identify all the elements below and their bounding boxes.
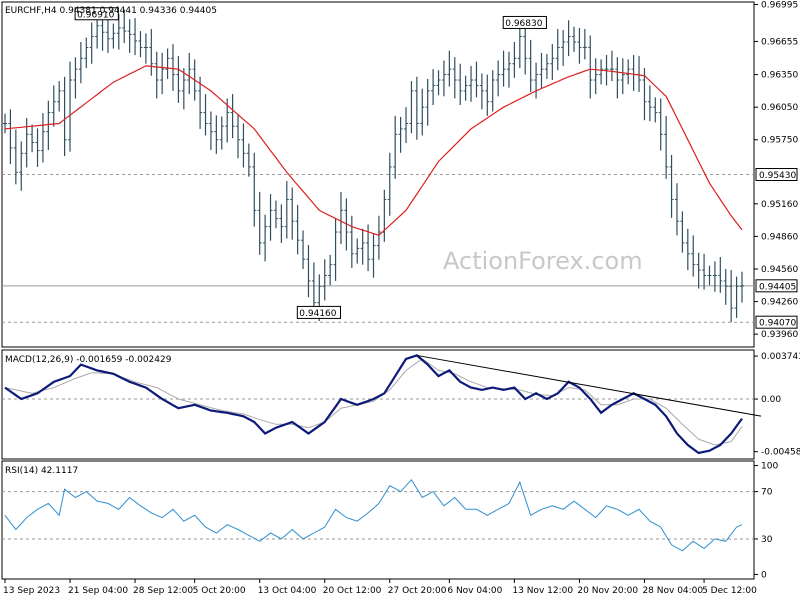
time-axis-label: 20 Oct 12:00 — [323, 586, 382, 596]
time-axis-label: 6 Nov 04:00 — [447, 586, 502, 596]
time-axis-label: 27 Oct 20:00 — [388, 586, 447, 596]
time-axis-label: 21 Sep 04:00 — [68, 586, 128, 596]
time-axis-label: 13 Sep 2023 — [3, 586, 60, 596]
price-panel-frame — [1, 1, 755, 348]
price-axis-label: 0.94260 — [761, 298, 798, 308]
price-annotation-1: 0.96830 — [505, 19, 542, 29]
rsi-panel-frame — [1, 460, 755, 580]
price-axis-label: 0.94560 — [761, 265, 798, 275]
price-annotation-2: 0.94160 — [299, 309, 336, 319]
macd-axis-label: 0.00 — [761, 395, 781, 405]
level-label-0: 0.95430 — [759, 171, 796, 181]
rsi-axis-label: 100 — [761, 462, 778, 472]
time-axis-label: 5 Dec 12:00 — [702, 586, 757, 596]
price-axis-label: 0.93960 — [761, 330, 798, 340]
macd-axis-label: 0.003743 — [761, 352, 800, 362]
time-axis-label: 28 Sep 12:00 — [133, 586, 193, 596]
level-label-2: 0.94070 — [759, 319, 796, 329]
price-axis-label: 0.96350 — [761, 71, 798, 81]
time-axis-label: 5 Oct 20:00 — [193, 586, 246, 596]
time-axis-label: 13 Nov 12:00 — [512, 586, 573, 596]
price-axis-label: 0.94860 — [761, 232, 798, 242]
rsi-axis-label: 70 — [761, 488, 773, 498]
rsi-axis-label: 30 — [761, 535, 773, 545]
rsi-header: RSI(14) 42.1117 — [5, 466, 78, 476]
level-label-1: 0.94405 — [759, 282, 796, 292]
time-axis-label: 13 Oct 04:00 — [258, 586, 317, 596]
time-axis-label: 28 Nov 04:00 — [642, 586, 703, 596]
macd-axis-label: -0.004585 — [761, 448, 800, 458]
price-axis-label: 0.95160 — [761, 200, 798, 210]
rsi-axis-label: 0 — [761, 570, 767, 580]
chart-area: ActionForex.com 0.969100.968300.94160 0.… — [1, 1, 800, 596]
macd-header: MACD(12,26,9) -0.001659 -0.002429 — [5, 355, 172, 365]
price-axis-label: 0.96050 — [761, 103, 798, 113]
price-axis-label: 0.95750 — [761, 136, 798, 146]
price-axis-label: 0.96655 — [761, 37, 798, 47]
macd-panel-frame — [1, 349, 755, 460]
price-header: EURCHF,H4 0.94381 0.94441 0.94336 0.9440… — [5, 6, 217, 16]
time-axis-label: 20 Nov 20:00 — [577, 586, 638, 596]
watermark: ActionForex.com — [443, 247, 643, 275]
price-axis-label: 0.96995 — [761, 1, 798, 11]
